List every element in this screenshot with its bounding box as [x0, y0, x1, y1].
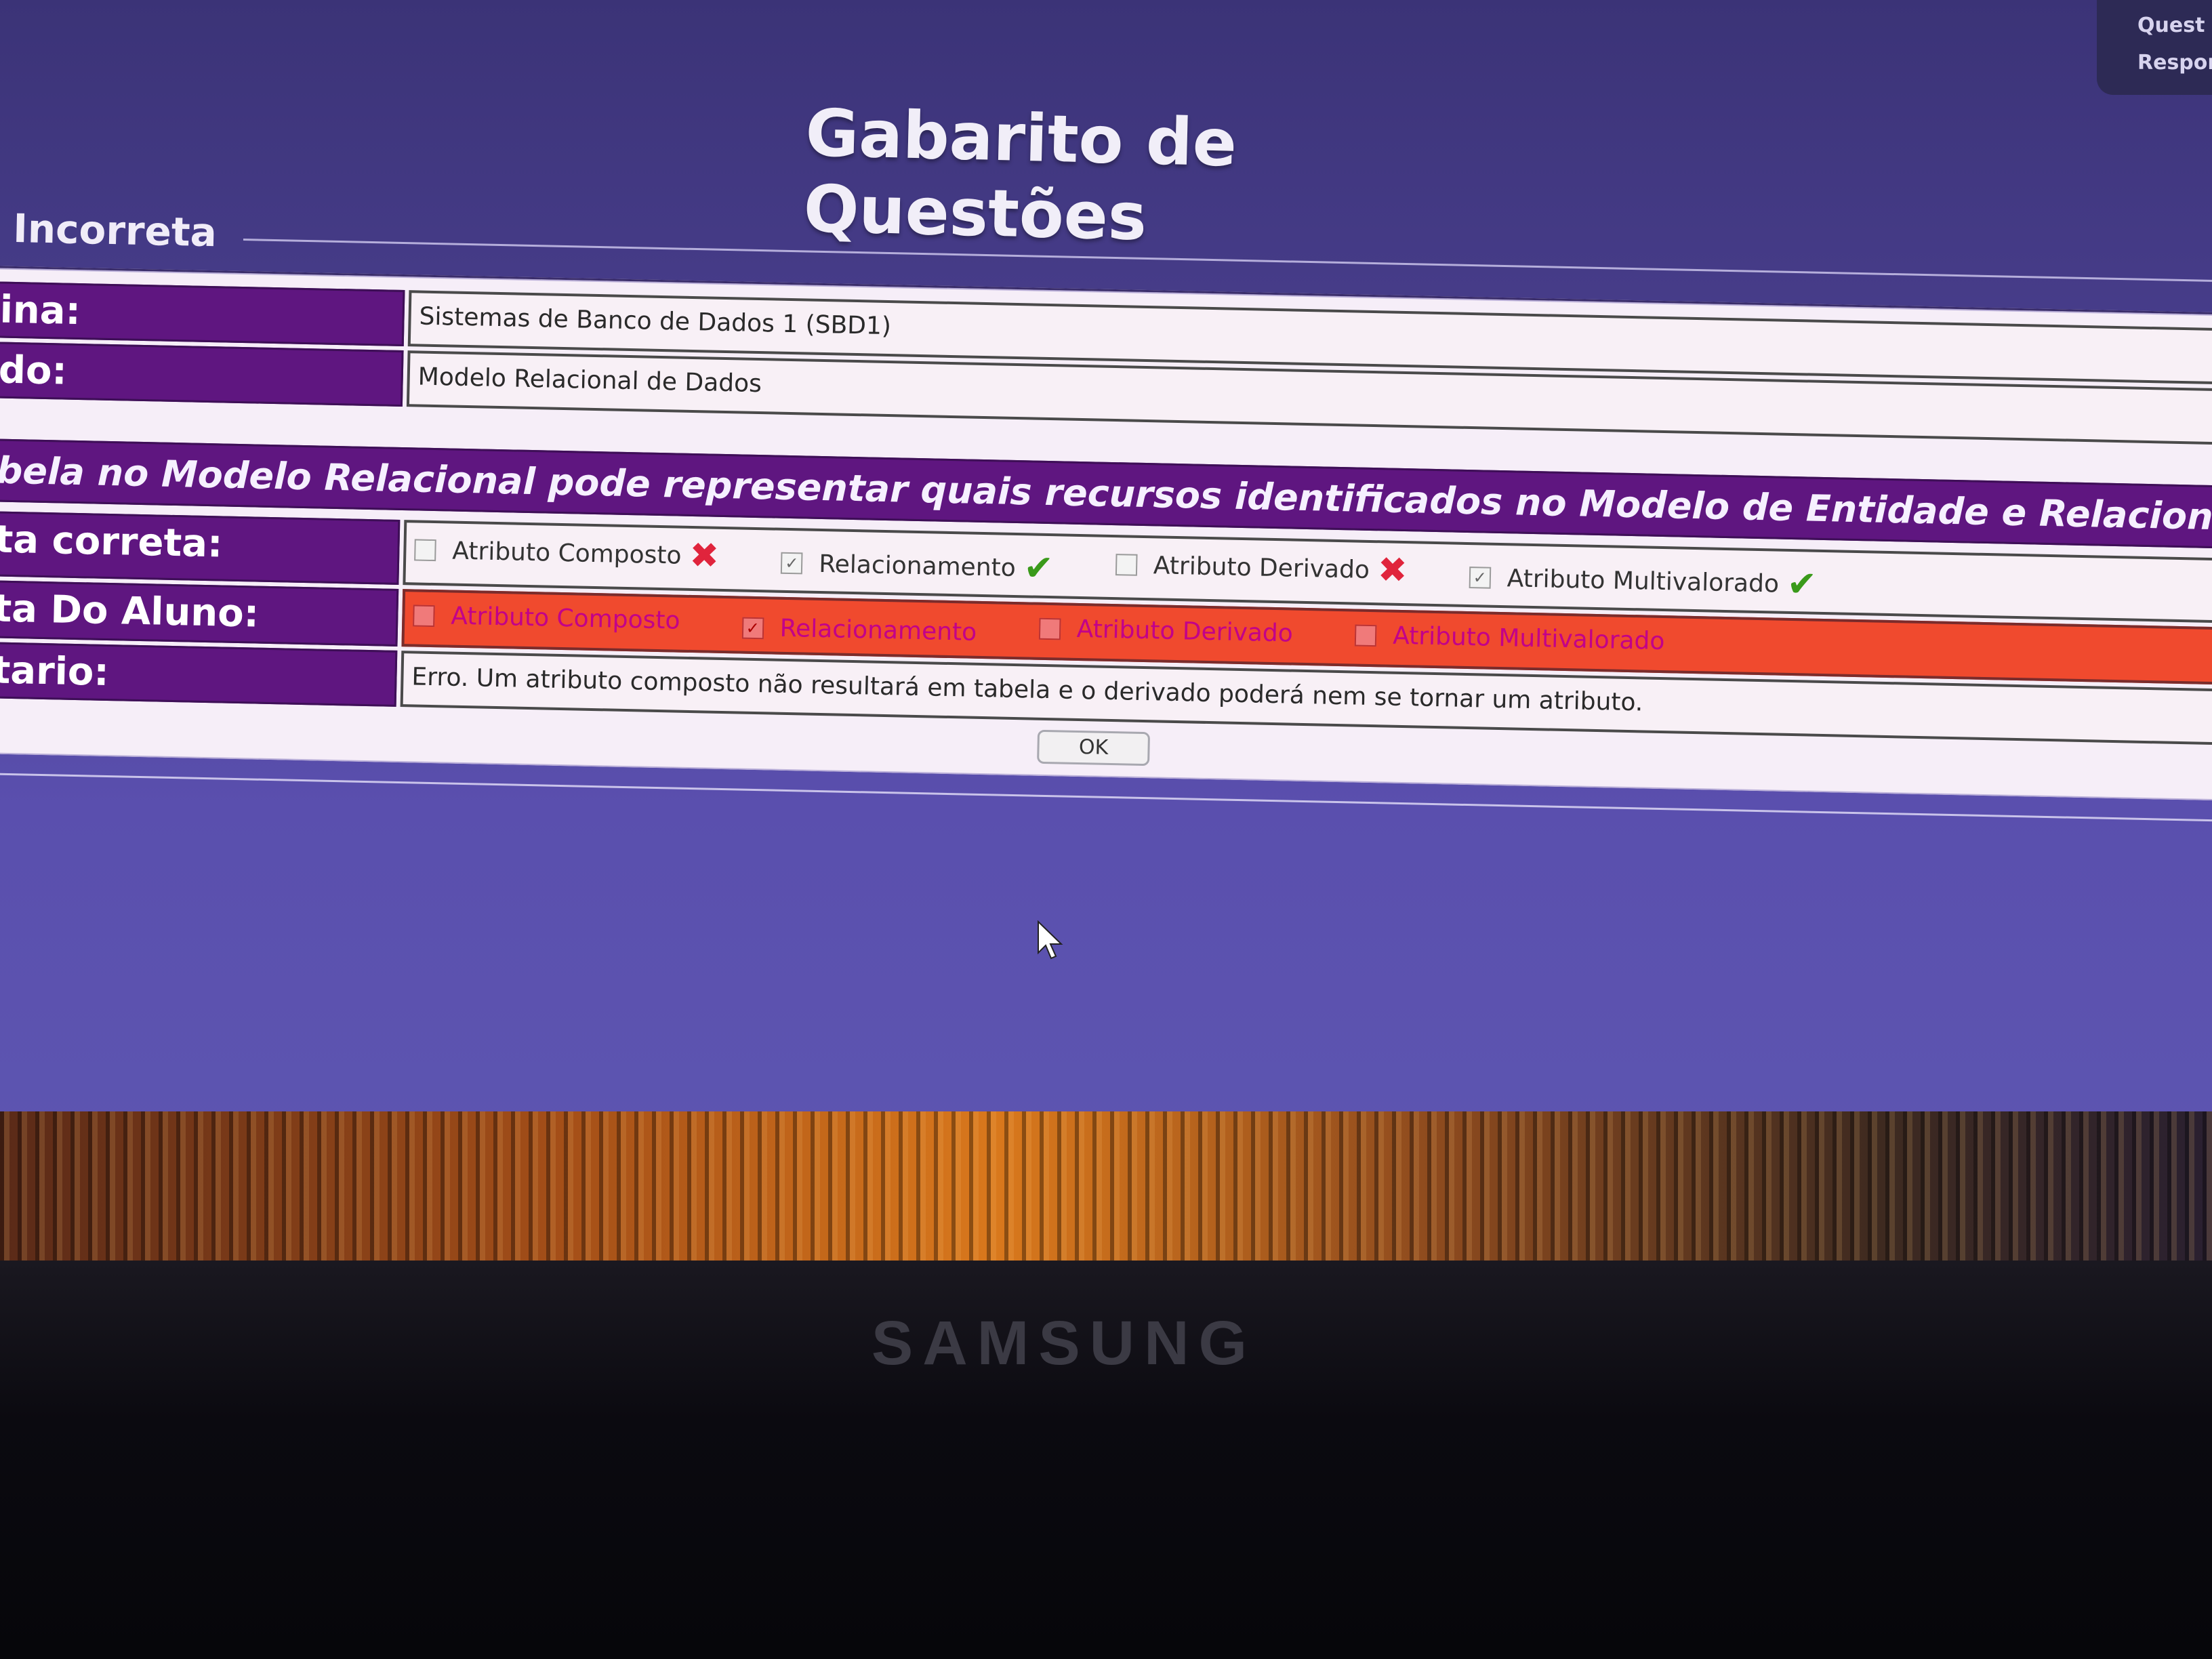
- legend-text: o Incorreta: [0, 205, 218, 256]
- student-answer-label: ta Do Aluno:: [0, 578, 399, 647]
- student-option: ✓ Relacionamento: [741, 614, 977, 647]
- checkbox-checked[interactable]: ✓: [741, 617, 764, 639]
- ok-button[interactable]: OK: [1037, 729, 1151, 766]
- legend-divider: [243, 239, 2212, 283]
- checkbox-unchecked[interactable]: [413, 604, 435, 627]
- student-option: Atributo Derivado: [1038, 615, 1293, 648]
- tab-questoes[interactable]: Quest: [2097, 0, 2212, 37]
- top-right-tabs: Quest Respon: [2097, 0, 2212, 95]
- option-label: Atributo Derivado: [1153, 551, 1370, 584]
- disciplina-label: ina:: [0, 279, 405, 347]
- mouse-cursor-icon: [1038, 920, 1063, 960]
- option-label: Atributo Composto: [450, 602, 680, 635]
- option-label: Atributo Multivalorado: [1507, 564, 1780, 598]
- option-label: Atributo Multivalorado: [1392, 621, 1665, 656]
- comment-label: tario:: [0, 640, 398, 707]
- conteudo-label: do:: [0, 340, 404, 407]
- checkbox-checked: ✓: [781, 552, 803, 575]
- correct-option: ✓ Relacionamento ✔: [781, 546, 1054, 590]
- option-label: Atributo Derivado: [1076, 615, 1294, 648]
- checkbox-unchecked: [414, 539, 436, 562]
- option-label: Atributo Composto: [452, 537, 682, 570]
- checkbox-unchecked[interactable]: [1354, 624, 1377, 647]
- answer-panel: ina: Sistemas de Banco de Dados 1 (SBD1)…: [0, 264, 2212, 801]
- correct-option: Atributo Composto ✖: [414, 532, 720, 577]
- student-option: Atributo Multivalorado: [1354, 621, 1665, 656]
- option-label: Relacionamento: [818, 550, 1017, 582]
- monitor-brand-logo: SAMSUNG: [871, 1309, 1257, 1378]
- monitor-screen: Quest Respon Gabarito de Questões o Inco…: [0, 0, 2212, 1152]
- checkbox-unchecked[interactable]: [1038, 617, 1061, 640]
- x-mark-icon: ✖: [1377, 550, 1408, 592]
- correct-option: Atributo Derivado ✖: [1115, 547, 1408, 592]
- check-mark-icon: ✔: [1023, 548, 1054, 590]
- check-mark-icon: ✔: [1786, 563, 1818, 605]
- answer-sheet: o Incorreta ina: Sistemas de Banco de Da…: [0, 203, 2212, 822]
- option-label: Relacionamento: [779, 614, 977, 647]
- checkbox-checked: ✓: [1469, 567, 1492, 589]
- student-option: Atributo Composto: [413, 601, 680, 635]
- correct-option: ✓ Atributo Multivalorado ✔: [1469, 560, 1818, 605]
- correct-answer-label: ta correta:: [0, 509, 401, 585]
- checkbox-unchecked: [1115, 554, 1138, 576]
- x-mark-icon: ✖: [689, 535, 720, 577]
- tab-respostas[interactable]: Respon: [2097, 37, 2212, 75]
